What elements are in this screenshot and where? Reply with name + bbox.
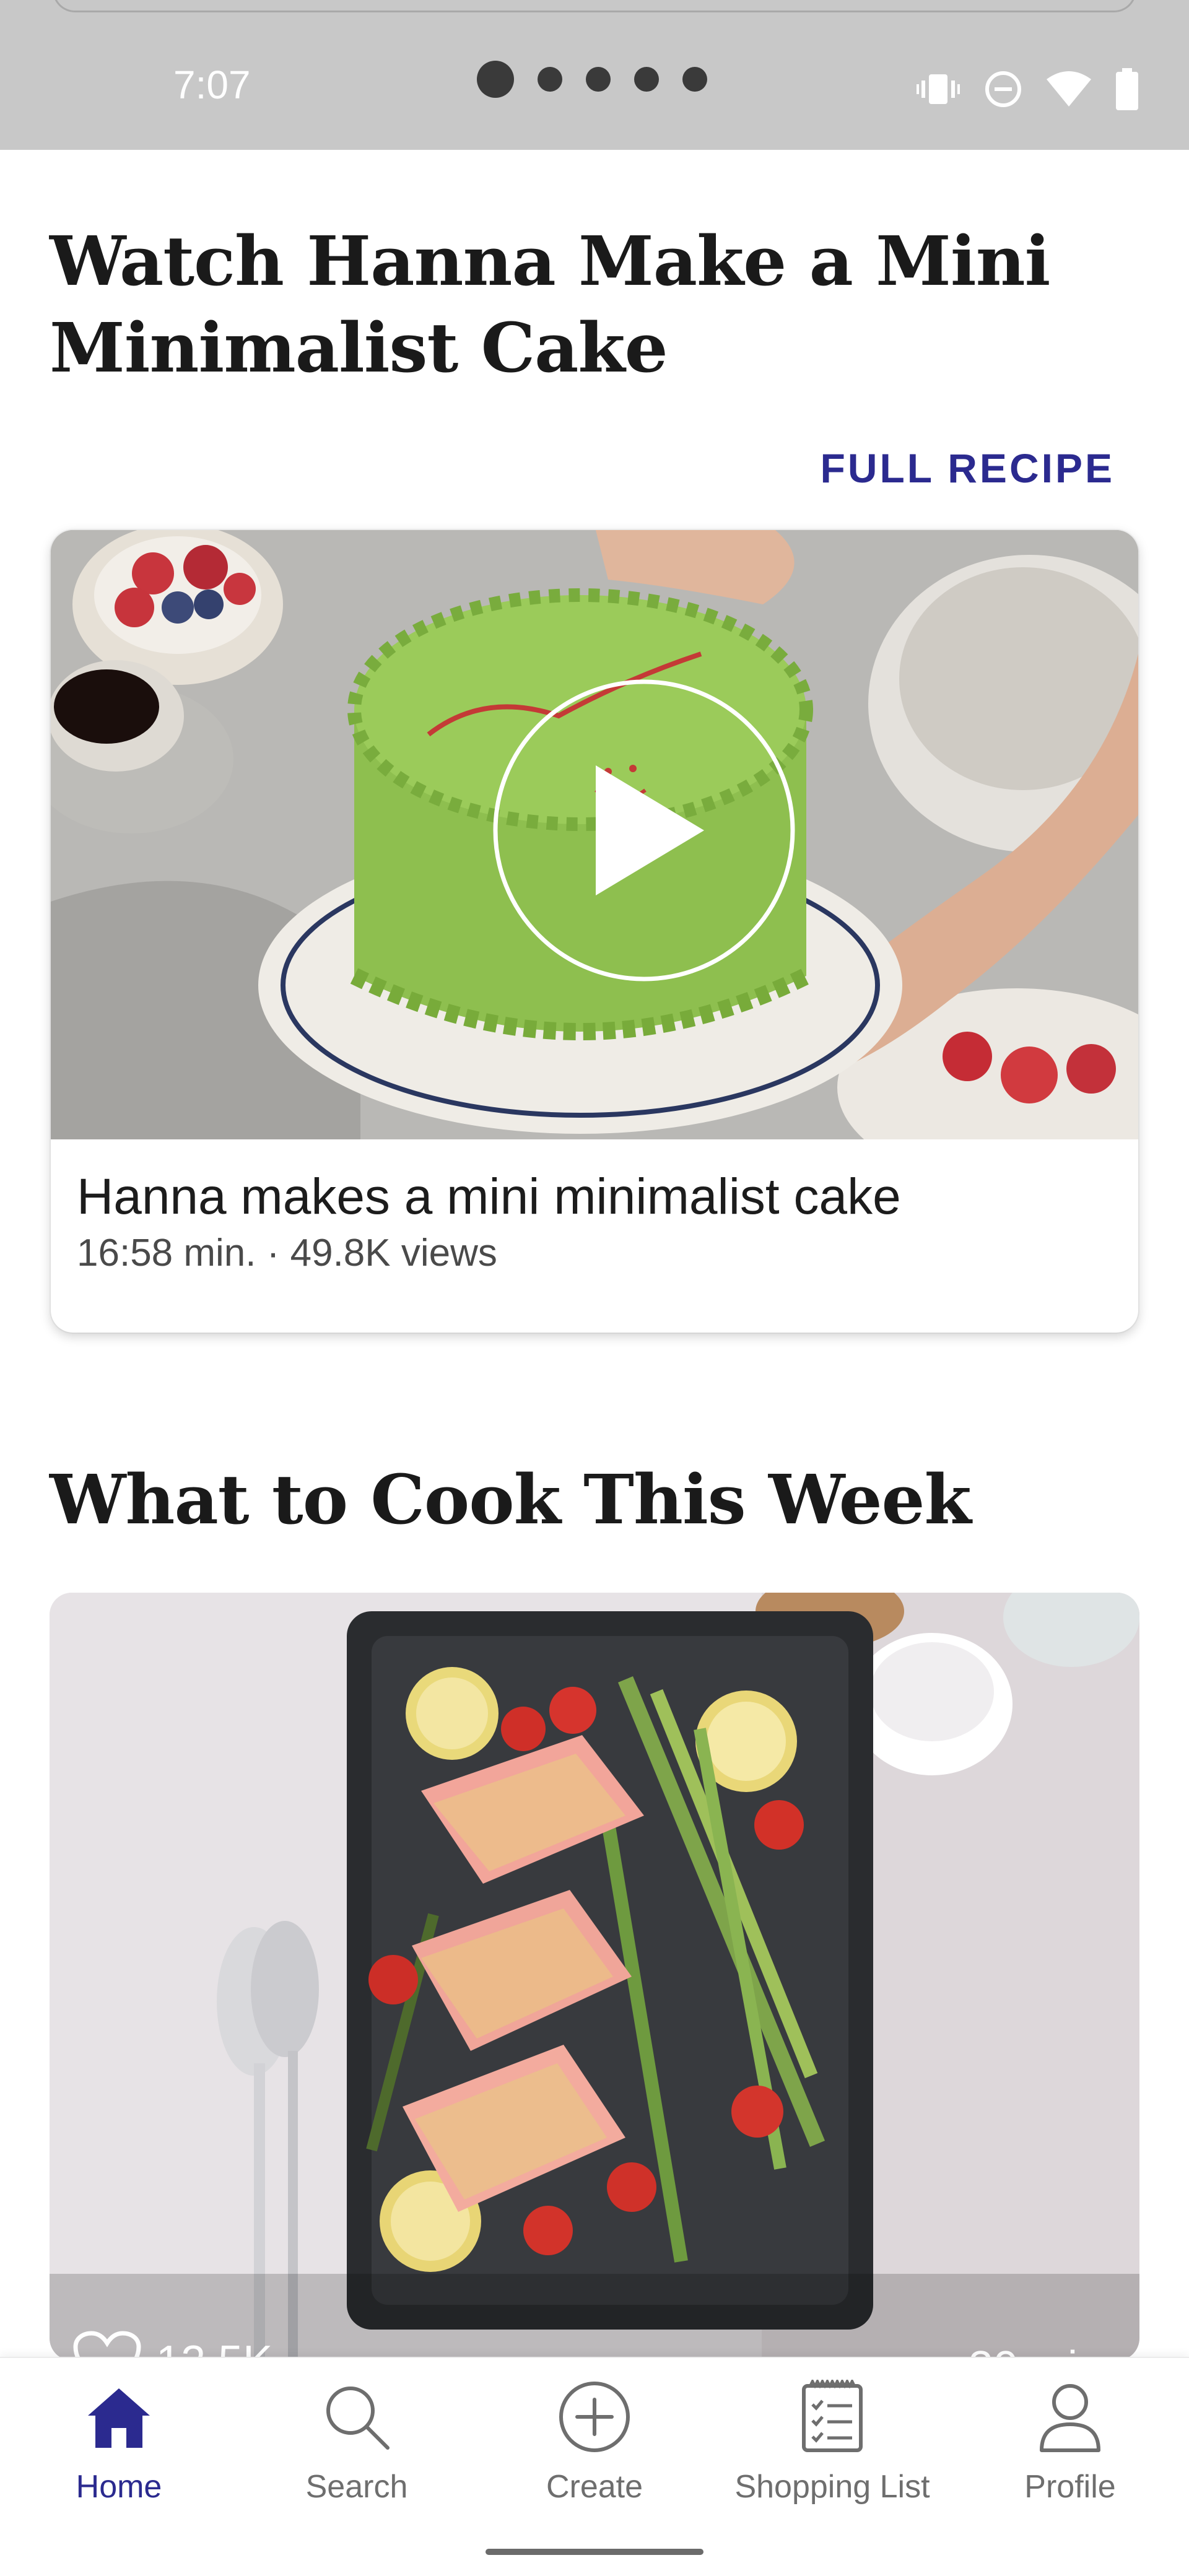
do-not-disturb-icon — [985, 71, 1021, 107]
notification-peek[interactable] — [53, 0, 1136, 12]
nav-shopping-list[interactable]: Shopping List — [713, 2377, 951, 2513]
person-icon — [1030, 2377, 1110, 2457]
nav-search[interactable]: Search — [238, 2377, 476, 2513]
nav-profile[interactable]: Profile — [951, 2377, 1189, 2513]
battery-icon — [1116, 68, 1138, 110]
video-thumbnail[interactable] — [51, 530, 1138, 1139]
bottom-nav: Home Search Create Shopping List Profile — [0, 2357, 1189, 2576]
heading-line: Watch Hanna Make a Mini — [50, 221, 1050, 301]
notification-dot — [634, 67, 659, 92]
status-bar: 7:07 — [0, 0, 1189, 150]
nav-home[interactable]: Home — [0, 2377, 238, 2513]
nav-label: Shopping List — [734, 2469, 930, 2505]
home-icon — [79, 2377, 159, 2457]
nav-create[interactable]: Create — [476, 2377, 713, 2513]
status-time: 7:07 — [173, 63, 251, 107]
video-section-heading: Watch Hanna Make a Mini Minimalist Cake — [50, 218, 1050, 391]
notification-dot — [682, 67, 707, 92]
video-card[interactable]: Hanna makes a mini minimalist cake 16:58… — [51, 530, 1138, 1333]
notification-dots — [477, 61, 707, 98]
nav-label: Create — [546, 2469, 643, 2505]
video-title: Hanna makes a mini minimalist cake — [77, 1168, 901, 1225]
week-section-heading: What to Cook This Week — [50, 1460, 972, 1539]
nav-label: Search — [305, 2469, 408, 2505]
notification-dot — [586, 67, 611, 92]
recipe-image[interactable] — [50, 1593, 1139, 2361]
vibrate-icon — [917, 74, 960, 104]
home-indicator[interactable] — [486, 2549, 703, 2555]
wifi-icon — [1047, 71, 1091, 107]
search-icon — [316, 2377, 397, 2457]
nav-label: Profile — [1024, 2469, 1116, 2505]
notification-dot — [538, 67, 562, 92]
likes-group[interactable]: 12.5K — [73, 2331, 272, 2361]
full-recipe-link[interactable]: FULL RECIPE — [821, 445, 1115, 492]
status-icons — [917, 68, 1139, 110]
checklist-icon — [792, 2377, 873, 2457]
notification-dot — [477, 61, 514, 98]
heart-icon[interactable] — [73, 2331, 141, 2361]
heading-line: Minimalist Cake — [50, 308, 668, 388]
plus-circle-icon — [554, 2377, 635, 2457]
video-meta: 16:58 min. · 49.8K views — [77, 1232, 497, 1274]
recipe-card[interactable]: 12.5K 30 min — [50, 1593, 1139, 2361]
nav-label: Home — [76, 2469, 162, 2505]
